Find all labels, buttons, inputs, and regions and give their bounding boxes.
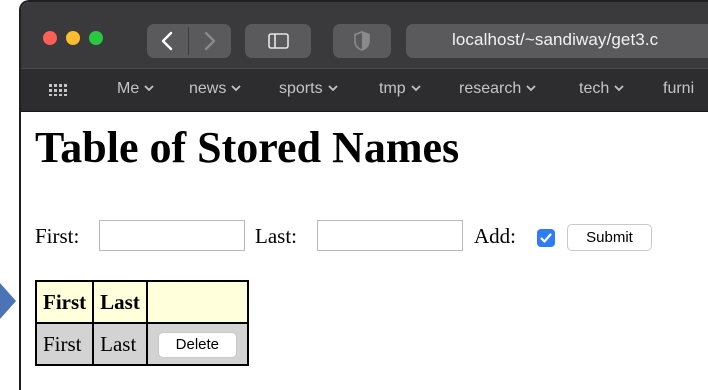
bookmark-label: furni xyxy=(663,80,695,97)
cell-first: First xyxy=(34,322,95,366)
page-content: Table of Stored Names First: Last: Add: … xyxy=(21,112,708,390)
column-header-first: First xyxy=(34,280,95,324)
delete-button[interactable]: Delete xyxy=(157,331,237,358)
bookmark-label: sports xyxy=(279,80,323,97)
checkmark-icon xyxy=(540,233,552,243)
first-name-label: First: xyxy=(35,224,80,248)
browser-toolbar: localhost/~sandiway/get3.c xyxy=(21,2,708,68)
chevron-down-icon xyxy=(526,85,536,92)
chevron-down-icon xyxy=(614,85,624,92)
last-name-label: Last: xyxy=(255,224,297,248)
zoom-window-button[interactable] xyxy=(89,31,103,45)
column-header-action xyxy=(145,280,249,324)
cell-action: Delete xyxy=(145,322,249,366)
chevron-down-icon xyxy=(144,85,154,92)
bookmark-furni[interactable]: furni xyxy=(663,80,694,98)
names-table: First Last First Last Delete xyxy=(34,280,249,366)
url-text[interactable]: localhost/~sandiway/get3.c xyxy=(452,30,658,50)
first-name-input[interactable] xyxy=(99,220,245,251)
back-button[interactable] xyxy=(147,24,188,58)
chevron-right-icon xyxy=(204,31,216,51)
add-label: Add: xyxy=(474,224,516,248)
close-window-button[interactable] xyxy=(43,31,57,45)
bookmark-tech[interactable]: tech xyxy=(579,80,624,98)
sidebar-icon xyxy=(268,33,289,49)
shield-icon xyxy=(354,31,370,51)
bookmark-label: news xyxy=(189,80,227,97)
bookmark-sports[interactable]: sports xyxy=(279,80,338,98)
chevron-down-icon xyxy=(231,85,241,92)
bookmark-label: tech xyxy=(579,80,610,97)
privacy-report-button[interactable] xyxy=(333,24,391,58)
pointer-arrow-icon xyxy=(0,283,16,319)
chevron-down-icon xyxy=(327,85,338,92)
minimize-window-button[interactable] xyxy=(66,31,80,45)
table-header-row: First Last xyxy=(34,280,249,324)
bookmark-research[interactable]: research xyxy=(459,80,536,98)
bookmarks-bar: Me news sports tmp research tech furni xyxy=(21,68,708,112)
grid-icon[interactable] xyxy=(49,84,67,96)
browser-window: localhost/~sandiway/get3.c Me news sport… xyxy=(19,0,708,390)
submit-button[interactable]: Submit xyxy=(567,224,652,251)
bookmark-me[interactable]: Me xyxy=(117,80,154,98)
add-checkbox[interactable] xyxy=(537,229,555,247)
cell-last: Last xyxy=(92,322,148,366)
last-name-input[interactable] xyxy=(317,220,463,251)
bookmark-tmp[interactable]: tmp xyxy=(379,80,421,98)
navigation-buttons xyxy=(147,24,231,58)
chevron-down-icon xyxy=(411,85,421,92)
bookmark-news[interactable]: news xyxy=(189,80,241,98)
address-bar[interactable]: localhost/~sandiway/get3.c xyxy=(406,24,708,58)
bookmark-label: Me xyxy=(117,80,140,97)
chevron-left-icon xyxy=(161,31,173,51)
forward-button[interactable] xyxy=(189,24,230,58)
bookmark-label: tmp xyxy=(379,80,406,97)
table-row: First Last Delete xyxy=(34,322,249,366)
column-header-last: Last xyxy=(92,280,148,324)
sidebar-toggle-button[interactable] xyxy=(245,24,311,58)
page-title: Table of Stored Names xyxy=(35,123,460,172)
bookmark-label: research xyxy=(459,80,522,97)
